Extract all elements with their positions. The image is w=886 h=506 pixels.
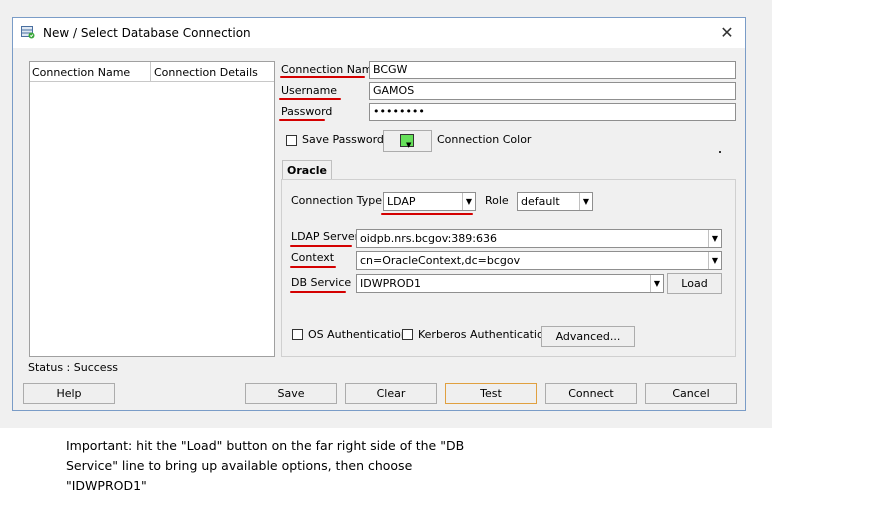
connection-type-select[interactable]: LDAP ▼	[383, 192, 476, 211]
window-title: New / Select Database Connection	[43, 26, 251, 40]
connection-dialog: New / Select Database Connection ✕ Conne…	[12, 17, 746, 411]
red-underline-username	[279, 98, 341, 100]
column-header-connection-name[interactable]: Connection Name	[32, 66, 130, 79]
instruction-note: Important: hit the "Load" button on the …	[66, 438, 465, 493]
decorative-dot	[719, 151, 721, 153]
test-button[interactable]: Test	[445, 383, 537, 404]
red-underline-db-service	[290, 291, 346, 293]
role-label: Role	[485, 194, 509, 207]
database-connection-icon	[21, 26, 35, 39]
kerberos-authentication-checkbox[interactable]	[402, 329, 413, 340]
os-authentication-checkbox[interactable]	[292, 329, 303, 340]
context-value: cn=OracleContext,dc=bcgov	[360, 254, 521, 267]
chevron-down-icon: ▼	[708, 252, 721, 269]
red-underline-context	[290, 266, 336, 268]
red-underline-connection-type	[381, 213, 473, 215]
os-authentication-label: OS Authentication	[308, 328, 408, 341]
role-value: default	[521, 195, 560, 208]
context-select[interactable]: cn=OracleContext,dc=bcgov ▼	[356, 251, 722, 270]
ldap-server-label: LDAP Server	[291, 230, 360, 243]
title-bar: New / Select Database Connection ✕	[13, 18, 745, 48]
connect-button[interactable]: Connect	[545, 383, 637, 404]
connection-type-label: Connection Type	[291, 194, 383, 207]
username-label: Username	[281, 84, 338, 97]
role-select[interactable]: default ▼	[517, 192, 593, 211]
chevron-down-icon: ▼	[462, 193, 475, 210]
password-input[interactable]: ••••••••	[369, 103, 736, 121]
db-service-label: DB Service	[291, 276, 352, 289]
chevron-down-icon: ▼	[650, 275, 663, 292]
save-password-checkbox[interactable]	[286, 135, 297, 146]
connection-name-input[interactable]: BCGW	[369, 61, 736, 79]
red-underline-password	[279, 119, 325, 121]
context-label: Context	[291, 251, 335, 264]
tab-oracle[interactable]: Oracle	[282, 160, 332, 180]
column-divider[interactable]	[150, 62, 151, 82]
ldap-server-value: oidpb.nrs.bcgov:389:636	[360, 232, 498, 245]
connection-type-value: LDAP	[387, 195, 416, 208]
list-header: Connection Name Connection Details	[30, 62, 274, 82]
password-label: Password	[281, 105, 333, 118]
help-button[interactable]: Help	[23, 383, 115, 404]
load-button[interactable]: Load	[667, 273, 722, 294]
db-service-select[interactable]: IDWPROD1 ▼	[356, 274, 664, 293]
status-text: Status : Success	[28, 361, 119, 374]
cancel-button[interactable]: Cancel	[645, 383, 737, 404]
connection-list[interactable]: Connection Name Connection Details	[29, 61, 275, 357]
clear-button[interactable]: Clear	[345, 383, 437, 404]
chevron-down-icon: ▼	[579, 193, 592, 210]
connection-color-button[interactable]: ▼	[383, 130, 432, 152]
advanced-button[interactable]: Advanced...	[541, 326, 635, 347]
chevron-down-icon: ▼	[406, 141, 412, 149]
connection-name-label: Connection Name	[281, 63, 380, 76]
kerberos-authentication-label: Kerberos Authentication	[418, 328, 551, 341]
close-icon[interactable]: ✕	[717, 23, 737, 43]
db-service-value: IDWPROD1	[360, 277, 421, 290]
ldap-server-select[interactable]: oidpb.nrs.bcgov:389:636 ▼	[356, 229, 722, 248]
username-input[interactable]: GAMOS	[369, 82, 736, 100]
save-password-label: Save Password	[302, 133, 384, 146]
red-underline-connection-name	[280, 76, 365, 78]
connection-color-label: Connection Color	[437, 133, 532, 146]
red-underline-ldap-server	[290, 245, 352, 247]
save-button[interactable]: Save	[245, 383, 337, 404]
column-header-connection-details[interactable]: Connection Details	[154, 66, 258, 79]
chevron-down-icon: ▼	[708, 230, 721, 247]
